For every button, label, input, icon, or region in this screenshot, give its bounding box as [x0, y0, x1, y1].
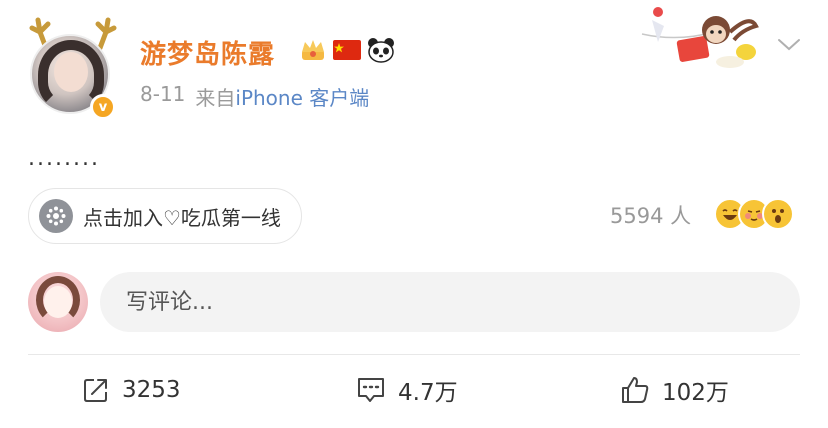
like-count: 102万	[662, 380, 729, 406]
viewer-count: 5594 人	[610, 204, 692, 228]
surprise-emoji-icon	[762, 198, 794, 230]
verified-badge-icon: v	[90, 94, 116, 120]
source-link[interactable]: iPhone 客户端	[235, 86, 369, 110]
chevron-down-icon[interactable]	[776, 34, 802, 54]
like-button[interactable]: 102万	[620, 372, 729, 408]
crown-badge-icon[interactable]	[298, 36, 328, 64]
comment-button[interactable]: 4.7万	[356, 372, 458, 408]
author-badges	[298, 36, 396, 64]
repost-count: 3253	[122, 377, 181, 403]
post-date: 8-11	[140, 82, 186, 106]
action-bar: 3253 4.7万 102万	[0, 360, 828, 422]
repost-icon	[84, 379, 107, 402]
post-content: ........	[28, 146, 100, 171]
comment-count: 4.7万	[398, 380, 458, 406]
topic-label: 点击加入♡吃瓜第一线	[83, 205, 281, 230]
monkey-decoration-icon	[641, 7, 759, 68]
post-meta: 8-11 来自iPhone 客户端	[140, 82, 369, 111]
source-prefix: 来自	[195, 86, 236, 110]
my-avatar-face	[44, 286, 72, 318]
comment-row	[28, 270, 800, 332]
reaction-emojis[interactable]	[714, 198, 794, 230]
panda-icon[interactable]	[366, 36, 396, 64]
avatar-face	[54, 52, 88, 92]
topic-chip[interactable]: 点击加入♡吃瓜第一线	[28, 188, 302, 244]
divider	[28, 354, 800, 355]
author-avatar-wrap[interactable]: v	[26, 10, 122, 120]
china-flag-icon[interactable]	[332, 36, 362, 64]
post-header: v 游梦岛陈露 8-11 来自iPhone 客户端	[0, 0, 828, 130]
comment-input[interactable]	[100, 272, 800, 332]
comment-icon	[358, 378, 384, 402]
topic-icon	[39, 199, 73, 233]
author-name[interactable]: 游梦岛陈露	[140, 34, 275, 71]
repost-button[interactable]: 3253	[82, 372, 181, 408]
like-icon	[622, 377, 649, 403]
my-avatar[interactable]	[28, 272, 88, 332]
